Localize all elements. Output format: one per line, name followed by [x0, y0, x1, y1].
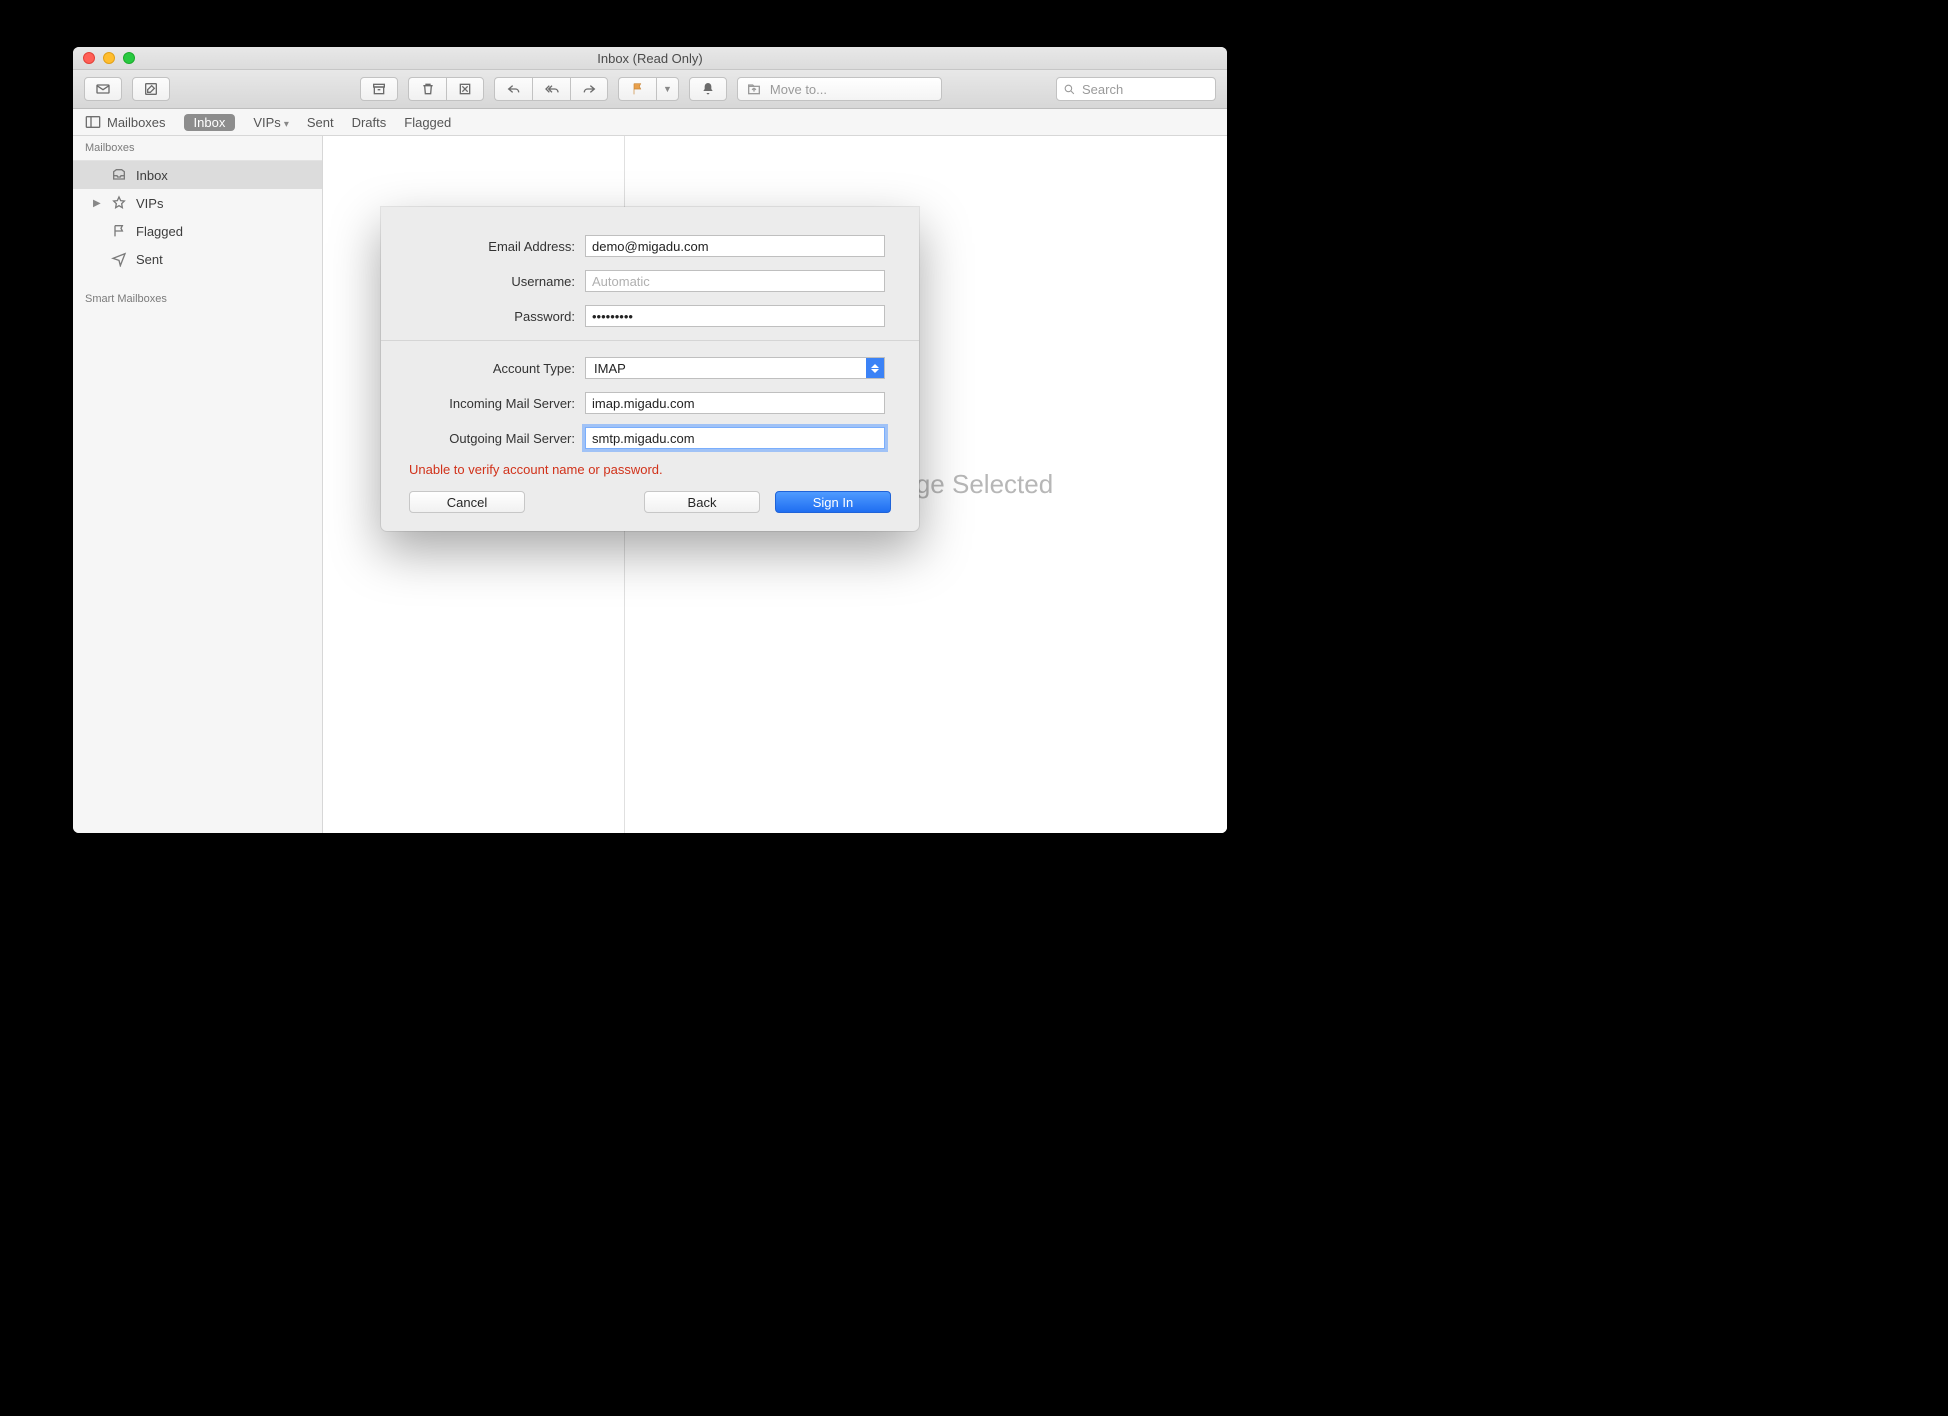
- search-icon: [1063, 83, 1076, 96]
- mute-button[interactable]: [689, 77, 727, 101]
- envelope-icon: [95, 81, 111, 97]
- junk-icon: [457, 81, 473, 97]
- fav-vips[interactable]: VIPs▾: [253, 115, 289, 130]
- zoom-window-button[interactable]: [123, 52, 135, 64]
- label-outgoing: Outgoing Mail Server:: [409, 431, 585, 446]
- divider: [381, 340, 919, 341]
- close-window-button[interactable]: [83, 52, 95, 64]
- paper-plane-icon: [111, 251, 127, 267]
- disclosure-triangle-icon[interactable]: ▶: [93, 198, 102, 209]
- sidebar-item-sent[interactable]: Sent: [73, 245, 322, 273]
- compose-button[interactable]: [132, 77, 170, 101]
- reply-all-icon: [544, 81, 560, 97]
- delete-button[interactable]: [408, 77, 446, 101]
- sidebar-section-mailboxes: Mailboxes: [73, 136, 322, 161]
- username-field[interactable]: [585, 270, 885, 292]
- reply-icon: [506, 81, 522, 97]
- flag-button[interactable]: [618, 77, 656, 101]
- flag-icon: [111, 223, 127, 239]
- label-username: Username:: [409, 274, 585, 289]
- window-title: Inbox (Read Only): [73, 51, 1227, 66]
- traffic-lights: [83, 52, 135, 64]
- forward-button[interactable]: [570, 77, 608, 101]
- chevron-down-icon: ▾: [284, 119, 289, 130]
- sidebar-toggle-icon: [85, 115, 101, 129]
- junk-button[interactable]: [446, 77, 484, 101]
- label-email: Email Address:: [409, 239, 585, 254]
- flag-icon: [630, 81, 646, 97]
- label-incoming: Incoming Mail Server:: [409, 396, 585, 411]
- sidebar-item-vips[interactable]: ▶ VIPs: [73, 189, 322, 217]
- chevron-down-icon: ▼: [663, 84, 672, 94]
- move-to-icon: [746, 81, 762, 97]
- account-type-select[interactable]: IMAP: [585, 357, 885, 379]
- reply-all-button[interactable]: [532, 77, 570, 101]
- flag-menu-button[interactable]: ▼: [656, 77, 679, 101]
- label-password: Password:: [409, 309, 585, 324]
- star-icon: [111, 195, 127, 211]
- fav-mailboxes[interactable]: Mailboxes: [85, 115, 166, 130]
- inbox-icon: [111, 167, 127, 183]
- minimize-window-button[interactable]: [103, 52, 115, 64]
- back-button[interactable]: Back: [644, 491, 760, 513]
- sidebar: Mailboxes Inbox ▶ VIPs Flagged Sent: [73, 136, 323, 833]
- move-to-field[interactable]: Move to...: [737, 77, 942, 101]
- select-arrows-icon: [866, 358, 884, 378]
- trash-icon: [420, 81, 436, 97]
- error-message: Unable to verify account name or passwor…: [409, 462, 891, 477]
- sidebar-item-inbox[interactable]: Inbox: [73, 161, 322, 189]
- reply-button[interactable]: [494, 77, 532, 101]
- archive-button[interactable]: [360, 77, 398, 101]
- forward-icon: [581, 81, 597, 97]
- fav-flagged[interactable]: Flagged: [404, 115, 451, 130]
- titlebar: Inbox (Read Only): [73, 47, 1227, 70]
- sidebar-section-smart: Smart Mailboxes: [73, 287, 322, 311]
- email-field[interactable]: [585, 235, 885, 257]
- fav-drafts[interactable]: Drafts: [352, 115, 387, 130]
- label-account-type: Account Type:: [409, 361, 585, 376]
- search-placeholder: Search: [1082, 82, 1123, 97]
- account-setup-sheet: Email Address: Username: Password: Accou…: [381, 207, 919, 531]
- bell-icon: [700, 81, 716, 97]
- search-field[interactable]: Search: [1056, 77, 1216, 101]
- fav-inbox[interactable]: Inbox: [184, 114, 236, 131]
- move-to-placeholder: Move to...: [770, 82, 827, 97]
- toolbar: ▼ Move to... Search: [73, 70, 1227, 109]
- account-type-value: IMAP: [586, 358, 866, 378]
- cancel-button[interactable]: Cancel: [409, 491, 525, 513]
- fav-sent[interactable]: Sent: [307, 115, 334, 130]
- mail-window: Inbox (Read Only): [73, 47, 1227, 833]
- get-mail-button[interactable]: [84, 77, 122, 101]
- password-field[interactable]: [585, 305, 885, 327]
- sidebar-item-flagged[interactable]: Flagged: [73, 217, 322, 245]
- archive-icon: [371, 81, 387, 97]
- outgoing-server-field[interactable]: [585, 427, 885, 449]
- favorites-bar: Mailboxes Inbox VIPs▾ Sent Drafts Flagge…: [73, 109, 1227, 136]
- sign-in-button[interactable]: Sign In: [775, 491, 891, 513]
- compose-icon: [143, 81, 159, 97]
- incoming-server-field[interactable]: [585, 392, 885, 414]
